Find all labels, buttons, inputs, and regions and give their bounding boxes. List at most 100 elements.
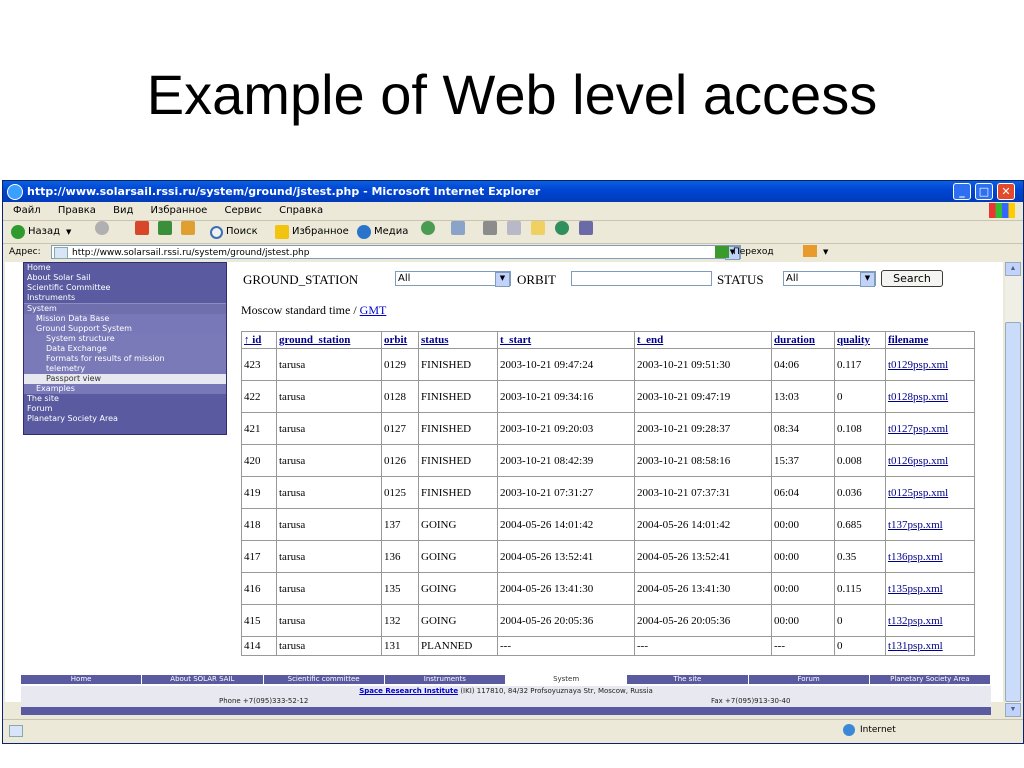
stop-button[interactable] bbox=[135, 221, 152, 235]
table-cell: tarusa bbox=[276, 572, 382, 605]
table-cell[interactable]: t0127psp.xml bbox=[885, 412, 975, 445]
footer-nav-item[interactable]: The site bbox=[627, 675, 749, 684]
col-status[interactable]: status bbox=[418, 331, 498, 349]
address-input[interactable]: http://www.solarsail.rssi.ru/system/grou… bbox=[51, 245, 741, 260]
nav-item[interactable]: Mission Data Base bbox=[24, 314, 226, 324]
table-cell: tarusa bbox=[276, 444, 382, 477]
search-button[interactable]: Поиск bbox=[210, 221, 258, 243]
orbit-input[interactable] bbox=[571, 271, 712, 286]
table-cell[interactable]: t0125psp.xml bbox=[885, 476, 975, 509]
table-row: 417 tarusa 136 GOING 2004-05-26 13:52:41 2004… bbox=[241, 540, 975, 573]
back-button[interactable]: Назад ▼ bbox=[11, 221, 71, 243]
col-duration[interactable]: duration bbox=[771, 331, 835, 349]
table-cell[interactable]: t132psp.xml bbox=[885, 604, 975, 637]
scroll-thumb[interactable] bbox=[1005, 322, 1021, 702]
home-button[interactable] bbox=[181, 221, 198, 235]
gmt-link[interactable]: GMT bbox=[360, 303, 387, 317]
footer-nav-item[interactable]: Instruments bbox=[385, 675, 506, 684]
scroll-up-icon[interactable]: ▲ bbox=[1005, 262, 1021, 276]
ground-station-select[interactable]: All ▼ bbox=[395, 271, 511, 287]
title-bar[interactable]: http://www.solarsail.rssi.ru/system/grou… bbox=[3, 181, 1023, 202]
print-button[interactable] bbox=[483, 221, 500, 235]
minimize-button[interactable]: _ bbox=[953, 183, 971, 200]
table-cell: 417 bbox=[241, 540, 277, 573]
refresh-button[interactable] bbox=[158, 221, 175, 235]
media-button[interactable]: Медиа bbox=[357, 221, 408, 243]
menu-tools[interactable]: Сервис bbox=[225, 205, 262, 216]
footer-nav-item[interactable]: Scientific committee bbox=[264, 675, 385, 684]
status-select[interactable]: All ▼ bbox=[783, 271, 876, 287]
maximize-button[interactable]: □ bbox=[975, 183, 993, 200]
col-id[interactable]: ↑ id bbox=[241, 331, 277, 349]
table-cell: 2004-05-26 20:05:36 bbox=[634, 604, 772, 637]
footer-nav-item[interactable]: System bbox=[506, 675, 628, 684]
menu-favorites[interactable]: Избранное bbox=[151, 205, 208, 216]
search-submit-button[interactable]: Search bbox=[881, 270, 943, 287]
menu-edit[interactable]: Правка bbox=[58, 205, 96, 216]
nav-item[interactable]: Forum bbox=[24, 404, 226, 414]
menu-help[interactable]: Справка bbox=[279, 205, 323, 216]
nav-item[interactable]: Planetary Society Area bbox=[24, 414, 226, 424]
nav-item[interactable]: Instruments bbox=[24, 293, 226, 303]
footer-nav-item[interactable]: About SOLAR SAIL bbox=[142, 675, 264, 684]
col-t-end[interactable]: t_end bbox=[634, 331, 772, 349]
nav-item[interactable]: Formats for results of mission bbox=[24, 354, 226, 364]
col-orbit[interactable]: orbit bbox=[381, 331, 419, 349]
institute-link[interactable]: Space Research Institute bbox=[359, 687, 458, 695]
nav-item[interactable]: telemetry bbox=[24, 364, 226, 374]
table-cell: 00:00 bbox=[771, 572, 835, 605]
nav-item[interactable]: Examples bbox=[24, 384, 226, 394]
table-cell[interactable]: t136psp.xml bbox=[885, 540, 975, 573]
nav-item[interactable]: Passport view bbox=[24, 374, 226, 384]
scroll-down-icon[interactable]: ▼ bbox=[1005, 703, 1021, 717]
table-cell[interactable]: t135psp.xml bbox=[885, 572, 975, 605]
chevron-down-icon: ▼ bbox=[66, 228, 72, 236]
nav-item[interactable]: Data Exchange bbox=[24, 344, 226, 354]
research-button[interactable] bbox=[579, 221, 596, 235]
chevron-down-icon[interactable]: ▼ bbox=[823, 244, 828, 261]
footer-nav-item[interactable]: Home bbox=[21, 675, 143, 684]
edit-button[interactable] bbox=[507, 221, 524, 235]
table-cell: FINISHED bbox=[418, 444, 498, 477]
history-button[interactable] bbox=[421, 221, 438, 235]
footer-nav-item[interactable]: Forum bbox=[749, 675, 870, 684]
vertical-scrollbar[interactable]: ▲ ▼ bbox=[1005, 262, 1021, 717]
col-ground-station[interactable]: ground_station bbox=[276, 331, 382, 349]
col-t-start[interactable]: t_start bbox=[497, 331, 635, 349]
col-quality[interactable]: quality bbox=[834, 331, 886, 349]
table-cell[interactable]: t0128psp.xml bbox=[885, 380, 975, 413]
nav-item[interactable]: The site bbox=[24, 394, 226, 404]
table-cell[interactable]: t0129psp.xml bbox=[885, 348, 975, 381]
links-icon[interactable] bbox=[803, 245, 817, 257]
table-cell: FINISHED bbox=[418, 348, 498, 381]
nav-item[interactable]: Home bbox=[24, 263, 226, 273]
messenger-button[interactable] bbox=[555, 221, 572, 235]
col-filename[interactable]: filename bbox=[885, 331, 975, 349]
side-navigation: Home About Solar Sail Scientific Committee… bbox=[23, 262, 227, 435]
nav-item[interactable]: About Solar Sail bbox=[24, 273, 226, 283]
footer-bar bbox=[21, 707, 991, 715]
menu-view[interactable]: Вид bbox=[113, 205, 133, 216]
table-cell[interactable]: t137psp.xml bbox=[885, 508, 975, 541]
close-button[interactable]: ✕ bbox=[997, 183, 1015, 200]
table-cell: 2003-10-21 09:51:30 bbox=[634, 348, 772, 381]
page-content: Home About Solar Sail Scientific Committee… bbox=[5, 262, 1003, 702]
nav-item[interactable]: Scientific Committee bbox=[24, 283, 226, 293]
table-cell: 2003-10-21 08:42:39 bbox=[497, 444, 635, 477]
forward-button[interactable] bbox=[95, 221, 112, 235]
table-cell: 420 bbox=[241, 444, 277, 477]
table-cell: 2004-05-26 13:41:30 bbox=[634, 572, 772, 605]
nav-item[interactable]: Ground Support System bbox=[24, 324, 226, 334]
footer-nav-item[interactable]: Planetary Society Area bbox=[870, 675, 991, 684]
nav-item[interactable]: System bbox=[24, 303, 226, 314]
go-button[interactable]: Переход bbox=[715, 244, 774, 260]
mail-button[interactable] bbox=[451, 221, 468, 235]
menu-file[interactable]: Файл bbox=[13, 205, 41, 216]
discuss-button[interactable] bbox=[531, 221, 548, 235]
table-cell: tarusa bbox=[276, 604, 382, 637]
favorites-button[interactable]: Избранное bbox=[275, 221, 349, 243]
nav-item[interactable]: System structure bbox=[24, 334, 226, 344]
table-cell[interactable]: t131psp.xml bbox=[885, 636, 975, 656]
table-cell: 131 bbox=[381, 636, 419, 656]
table-cell[interactable]: t0126psp.xml bbox=[885, 444, 975, 477]
